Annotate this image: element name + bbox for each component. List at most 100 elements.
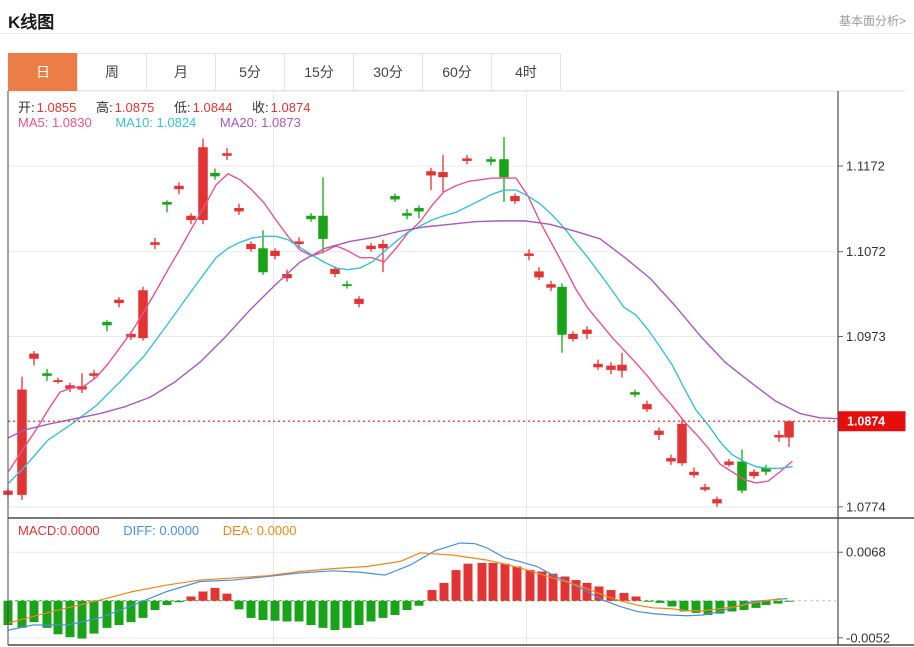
tab-week[interactable]: 周 — [77, 53, 147, 91]
candle-body — [318, 216, 328, 239]
low-label: 低: — [174, 100, 191, 115]
candle-body — [593, 364, 603, 367]
macd-histogram-bar — [30, 601, 39, 622]
macd-histogram-bar — [478, 563, 487, 601]
candle-body — [102, 322, 112, 325]
close-value: 1.0874 — [271, 100, 311, 115]
macd-histogram-bar — [115, 601, 124, 625]
price-tick-label: 1.1172 — [846, 159, 885, 174]
macd-histogram-bar — [199, 591, 208, 600]
ma5-legend: MA5: 1.0830 — [18, 115, 92, 130]
macd-histogram-bar — [283, 601, 292, 622]
macd-histogram-bar — [644, 601, 653, 602]
macd-histogram-bar — [259, 601, 268, 620]
candle-body — [114, 300, 124, 303]
macd-histogram-bar — [572, 580, 581, 601]
open-value: 1.0855 — [37, 100, 77, 115]
candle-body — [234, 208, 244, 211]
candle-body — [17, 390, 27, 495]
ohlc-info-row: 开:1.0855 高:1.0875 低:1.0844 收:1.0874 — [18, 97, 326, 116]
candle-body — [486, 159, 496, 162]
macd-histogram-bar — [415, 601, 424, 606]
ma20-legend: MA20: 1.0873 — [220, 115, 301, 130]
candle-body — [617, 365, 627, 371]
tab-4hour[interactable]: 4时 — [491, 53, 561, 91]
macd-histogram-bar — [440, 583, 449, 601]
candle-body — [342, 284, 352, 286]
candle-body — [700, 487, 710, 490]
macd-histogram-bar — [428, 590, 437, 601]
macd-histogram-bar — [526, 570, 535, 601]
macd-histogram-bar — [151, 601, 160, 610]
macd-histogram-bar — [139, 601, 148, 618]
macd-histogram-bar — [391, 601, 400, 615]
candle-body — [557, 287, 567, 335]
macd-histogram-bar — [774, 601, 783, 604]
page-header: K线图 基本面分析> — [0, 0, 914, 34]
candle-body — [186, 216, 196, 220]
tab-30min[interactable]: 30分 — [353, 53, 423, 91]
tab-month[interactable]: 月 — [146, 53, 216, 91]
macd-histogram-bar — [18, 601, 27, 628]
last-price-badge-label: 1.0874 — [847, 415, 885, 429]
candle-body — [534, 271, 544, 277]
candle-body — [53, 380, 63, 382]
low-value: 1.0844 — [193, 100, 233, 115]
candle-body — [606, 366, 616, 370]
macd-histogram-bar — [211, 588, 220, 601]
candle-body — [582, 330, 592, 334]
candle-body — [270, 251, 280, 256]
price-tick-label: 1.0774 — [846, 499, 886, 514]
macd-tick-label: 0.0068 — [846, 545, 886, 560]
fundamental-analysis-link[interactable]: 基本面分析> — [839, 12, 906, 29]
candle-body — [510, 196, 520, 201]
macd-histogram-bar — [319, 601, 328, 628]
candle-body — [162, 202, 172, 205]
macd-histogram-bar — [379, 601, 388, 618]
candle-body — [774, 435, 784, 438]
candle-body — [462, 158, 472, 161]
candle-body — [689, 472, 699, 475]
macd-legend: MACD:0.0000 — [18, 523, 100, 538]
candle-body — [258, 248, 268, 272]
candle-body — [546, 284, 556, 287]
tab-60min[interactable]: 60分 — [422, 53, 492, 91]
price-tick-label: 1.0973 — [846, 329, 886, 344]
candle-body — [378, 244, 388, 248]
candle-body — [294, 241, 304, 244]
tab-15min[interactable]: 15分 — [284, 53, 354, 91]
diff-line — [9, 543, 787, 630]
macd-histogram-bar — [163, 601, 172, 605]
candle-body — [749, 472, 759, 476]
macd-histogram-bar — [223, 594, 232, 601]
candle-body — [784, 421, 794, 437]
candle-body — [306, 216, 316, 219]
macd-histogram-bar — [187, 596, 196, 600]
macd-histogram-bar — [489, 563, 498, 601]
macd-histogram-bar — [452, 570, 461, 601]
interval-tabbar: 日周月5分15分30分60分4时 — [8, 53, 561, 91]
ma10-legend: MA10: 1.0824 — [115, 115, 196, 130]
macd-histogram-bar — [235, 601, 244, 610]
close-label: 收: — [252, 100, 269, 115]
candle-body — [402, 213, 412, 216]
tab-5min[interactable]: 5分 — [215, 53, 285, 91]
candle-body — [390, 196, 400, 199]
candle-body — [568, 334, 578, 339]
candle-body — [366, 246, 376, 249]
macd-histogram-bar — [307, 601, 316, 625]
tab-day[interactable]: 日 — [8, 53, 78, 91]
macd-histogram-bar — [54, 601, 63, 635]
candle-body — [354, 299, 364, 304]
candle-body — [222, 153, 232, 156]
candle-body — [724, 461, 734, 464]
macd-histogram-bar — [632, 596, 641, 600]
macd-histogram-bar — [247, 601, 256, 618]
candle-body — [677, 424, 687, 463]
macd-histogram-bar — [513, 567, 522, 601]
ma5-line — [9, 174, 792, 483]
macd-histogram-bar — [403, 601, 412, 610]
candle-body — [150, 242, 160, 245]
high-label: 高: — [96, 100, 113, 115]
macd-histogram-bar — [464, 564, 473, 601]
